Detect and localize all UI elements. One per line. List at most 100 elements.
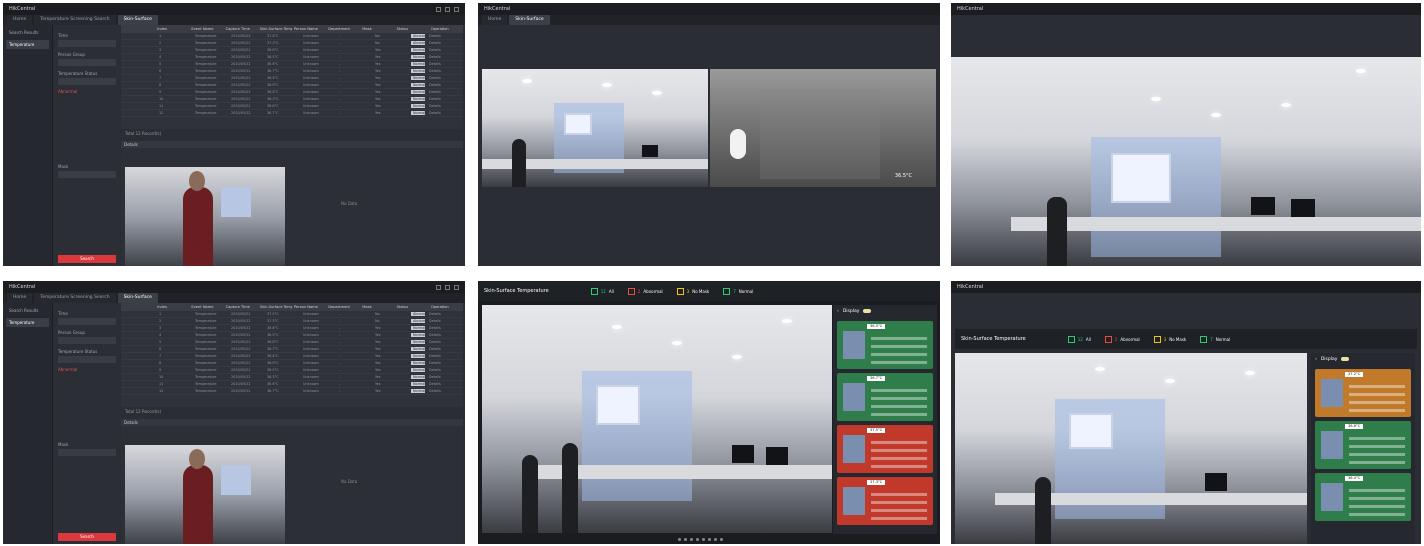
- table-cell[interactable]: Details: [427, 367, 463, 373]
- camera-view[interactable]: [955, 353, 1307, 544]
- table-cell[interactable]: Details: [427, 75, 463, 81]
- table-cell[interactable]: Details: [427, 388, 463, 394]
- chevron-left-icon[interactable]: ‹: [837, 309, 839, 314]
- camera-view[interactable]: [951, 57, 1421, 266]
- stat-item[interactable]: 7 Normal: [1200, 335, 1230, 343]
- group-select[interactable]: [58, 59, 116, 66]
- abnormal-checkbox[interactable]: Abnormal: [58, 89, 116, 94]
- table-row[interactable]: 1 Temperature 2020/05/22 37.5°C Unknown - No Ab…: [121, 33, 463, 40]
- col-select[interactable]: [121, 303, 155, 311]
- table-row[interactable]: 4 Temperature 2020/05/22 36.5°C Unknown - Yes N…: [121, 54, 463, 61]
- window-controls[interactable]: [436, 6, 459, 12]
- minimize-icon[interactable]: [436, 284, 441, 290]
- stat-item[interactable]: 2 Abnormal: [1104, 335, 1140, 343]
- mask-select[interactable]: [58, 171, 116, 178]
- temp-status-select[interactable]: [58, 78, 116, 85]
- table-cell[interactable]: Details: [427, 82, 463, 88]
- table-cell[interactable]: Details: [427, 346, 463, 352]
- minimize-icon[interactable]: [436, 6, 441, 12]
- table-cell[interactable]: Details: [427, 381, 463, 387]
- window-controls[interactable]: [436, 284, 459, 290]
- display-toggle[interactable]: [1341, 357, 1350, 361]
- table-row[interactable]: 12 Temperature 2020/05/22 36.7°C Unknown - Yes…: [121, 388, 463, 395]
- tab-skin-surface[interactable]: Skin-Surface: [509, 15, 550, 25]
- thermal-camera-view[interactable]: 36.5°C: [710, 69, 936, 187]
- tab-skin-surface[interactable]: Skin-Surface: [117, 293, 158, 303]
- table-cell[interactable]: Details: [427, 40, 463, 46]
- table-cell[interactable]: Details: [427, 325, 463, 331]
- table-row[interactable]: 3 Temperature 2020/05/22 36.8°C Unknown - Yes N…: [121, 47, 463, 54]
- table-cell[interactable]: Details: [427, 318, 463, 324]
- table-cell[interactable]: Details: [427, 103, 463, 109]
- table-row[interactable]: 7 Temperature 2020/05/22 36.4°C Unknown - Yes N…: [121, 75, 463, 82]
- table-row[interactable]: 3 Temperature 2020/05/22 36.8°C Unknown - Yes N…: [121, 325, 463, 332]
- table-cell[interactable]: Details: [427, 54, 463, 60]
- search-button[interactable]: Search: [58, 255, 116, 263]
- table-cell[interactable]: Details: [427, 89, 463, 95]
- monitor-title[interactable]: Skin-Surface Temperature: [484, 288, 549, 294]
- table-cell[interactable]: Details: [427, 360, 463, 366]
- table-cell[interactable]: Details: [427, 61, 463, 67]
- maximize-icon[interactable]: [445, 6, 450, 12]
- visible-camera-view[interactable]: [482, 69, 708, 187]
- table-row[interactable]: 9 Temperature 2020/05/22 36.5°C Unknown - Yes N…: [121, 89, 463, 96]
- tab-home[interactable]: Home: [7, 293, 33, 303]
- time-select[interactable]: [58, 40, 116, 47]
- nav-item-search-results[interactable]: Search Results: [6, 28, 49, 37]
- stat-item[interactable]: 7 Normal: [723, 287, 753, 295]
- group-select[interactable]: [58, 337, 116, 344]
- capture-card[interactable]: 36.6°C: [1315, 421, 1411, 469]
- table-cell[interactable]: Details: [427, 96, 463, 102]
- nav-item-temperature[interactable]: Temperature: [6, 318, 49, 327]
- abnormal-checkbox[interactable]: Abnormal: [58, 367, 116, 372]
- capture-card[interactable]: 37.5°C: [837, 425, 933, 473]
- table-cell[interactable]: Details: [427, 332, 463, 338]
- monitor-title[interactable]: Skin-Surface Temperature: [961, 336, 1026, 342]
- table-row[interactable]: 4 Temperature 2020/05/22 36.5°C Unknown - Yes N…: [121, 332, 463, 339]
- table-row[interactable]: 2 Temperature 2020/05/22 37.3°C Unknown - No Ab…: [121, 318, 463, 325]
- table-row[interactable]: 11 Temperature 2020/05/22 36.6°C Unknown - Yes…: [121, 381, 463, 388]
- table-row[interactable]: 6 Temperature 2020/05/22 36.7°C Unknown - Yes N…: [121, 68, 463, 75]
- table-row[interactable]: 8 Temperature 2020/05/22 36.9°C Unknown - Yes N…: [121, 360, 463, 367]
- col-select[interactable]: [121, 25, 155, 33]
- table-row[interactable]: 7 Temperature 2020/05/22 36.4°C Unknown - Yes N…: [121, 353, 463, 360]
- table-row[interactable]: 5 Temperature 2020/05/22 36.6°C Unknown - Yes N…: [121, 339, 463, 346]
- table-cell[interactable]: Details: [427, 311, 463, 317]
- stat-item[interactable]: 3 No Mask: [1153, 335, 1186, 343]
- table-cell[interactable]: Details: [427, 68, 463, 74]
- capture-card[interactable]: 36.4°C: [1315, 473, 1411, 521]
- table-row[interactable]: 10 Temperature 2020/05/22 36.3°C Unknown - Yes…: [121, 96, 463, 103]
- capture-card[interactable]: 36.7°C: [837, 373, 933, 421]
- search-button[interactable]: Search: [58, 533, 116, 541]
- table-cell[interactable]: Details: [427, 353, 463, 359]
- temp-status-select[interactable]: [58, 356, 116, 363]
- table-cell[interactable]: Details: [427, 339, 463, 345]
- stat-item[interactable]: 3 No Mask: [676, 287, 709, 295]
- page-indicator[interactable]: [678, 538, 723, 541]
- table-cell[interactable]: Details: [427, 33, 463, 39]
- tab-home[interactable]: Home: [482, 15, 508, 25]
- capture-card[interactable]: 36.5°C: [837, 321, 933, 369]
- table-cell[interactable]: Details: [427, 374, 463, 380]
- table-cell[interactable]: Details: [427, 110, 463, 116]
- tab-search[interactable]: Temperature Screening Search: [34, 15, 116, 25]
- table-row[interactable]: 2 Temperature 2020/05/22 37.3°C Unknown - No Ab…: [121, 40, 463, 47]
- time-select[interactable]: [58, 318, 116, 325]
- table-row[interactable]: 5 Temperature 2020/05/22 36.6°C Unknown - Yes N…: [121, 61, 463, 68]
- table-row[interactable]: 9 Temperature 2020/05/22 36.5°C Unknown - Yes N…: [121, 367, 463, 374]
- table-row[interactable]: 6 Temperature 2020/05/22 36.7°C Unknown - Yes N…: [121, 346, 463, 353]
- tab-skin-surface[interactable]: Skin-Surface: [117, 15, 158, 25]
- stat-item[interactable]: 2 Abnormal: [627, 287, 663, 295]
- close-icon[interactable]: [454, 6, 459, 12]
- nav-item-search-results[interactable]: Search Results: [6, 306, 49, 315]
- table-row[interactable]: 1 Temperature 2020/05/22 37.5°C Unknown - No Ab…: [121, 311, 463, 318]
- mask-select[interactable]: [58, 449, 116, 456]
- chevron-left-icon[interactable]: ‹: [1315, 357, 1317, 362]
- maximize-icon[interactable]: [445, 284, 450, 290]
- table-row[interactable]: 10 Temperature 2020/05/22 36.3°C Unknown - Yes…: [121, 374, 463, 381]
- stat-item[interactable]: 12 All: [590, 287, 614, 295]
- table-row[interactable]: 11 Temperature 2020/05/22 36.6°C Unknown - Yes…: [121, 103, 463, 110]
- display-toggle[interactable]: [863, 309, 872, 313]
- table-cell[interactable]: Details: [427, 47, 463, 53]
- close-icon[interactable]: [454, 284, 459, 290]
